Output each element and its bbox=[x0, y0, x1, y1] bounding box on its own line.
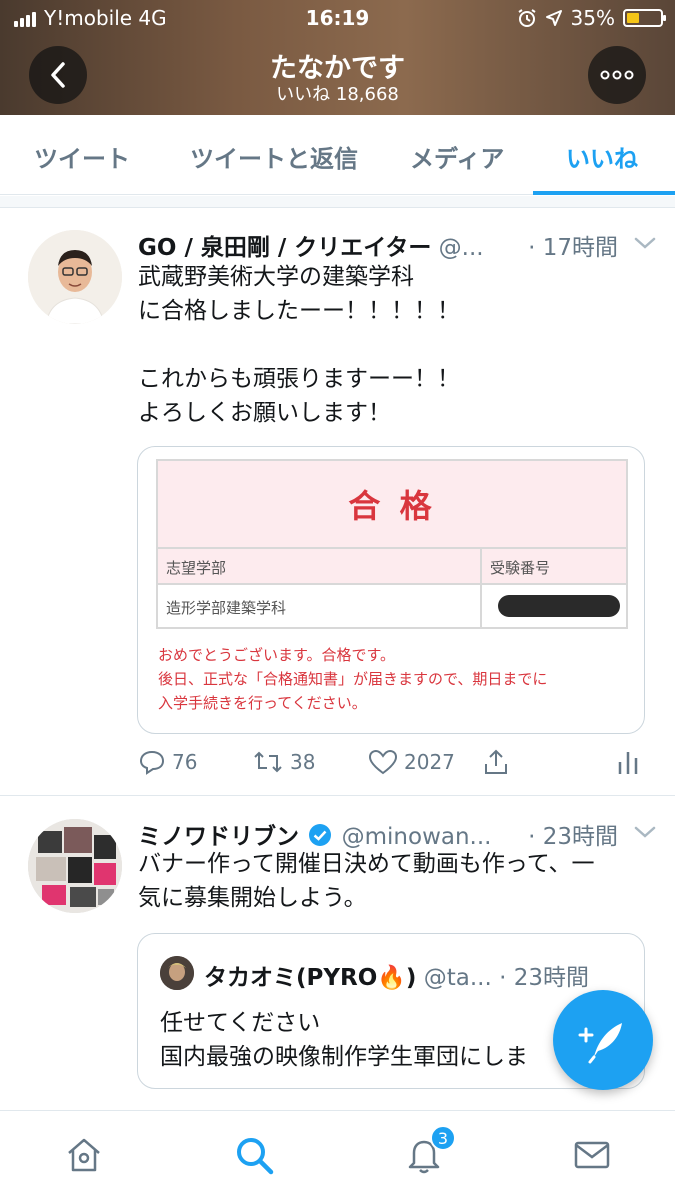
battery-icon bbox=[623, 9, 666, 27]
quoted-tweet-text: 任せてください 国内最強の映像制作学生軍団にしま bbox=[160, 1010, 528, 1070]
status-bar: Y!mobile 4G 16:19 35% bbox=[0, 6, 675, 30]
verified-badge-icon bbox=[309, 824, 332, 846]
redacted-number bbox=[498, 595, 620, 617]
like-button[interactable]: 2027 bbox=[368, 748, 455, 776]
likes-count: いいね 18,668 bbox=[276, 84, 399, 105]
heart-icon bbox=[368, 749, 398, 775]
retweet-icon bbox=[254, 751, 282, 773]
battery-percent: 35% bbox=[570, 6, 615, 30]
tweet-text: バナー作って開催日決めて動画も作って、一 気に募集開始しよう。 bbox=[138, 851, 595, 911]
quoted-author-handle: @ta... bbox=[423, 965, 492, 991]
tab-tweets-replies[interactable]: ツイートと返信 bbox=[190, 139, 358, 174]
home-icon bbox=[68, 1138, 100, 1172]
result-heading: 合 格 bbox=[158, 461, 626, 549]
quoted-author-name: タカオミ(PYRO🔥) bbox=[204, 965, 417, 991]
result-message: おめでとうございます。合格です。 後日、正式な「合格通知書」が届きますので、期日… bbox=[158, 646, 548, 712]
col1-header: 志望学部 bbox=[166, 559, 227, 577]
mail-icon bbox=[574, 1141, 610, 1169]
profile-header: Y!mobile 4G 16:19 35% たなかです いいね 18,668 bbox=[0, 0, 675, 115]
compose-tweet-button[interactable] bbox=[553, 990, 653, 1090]
location-icon bbox=[545, 10, 562, 26]
exam-result-table: 合 格 志望学部 受験番号 造形学部建築学科 bbox=[156, 459, 628, 629]
active-tab-indicator bbox=[533, 191, 675, 195]
section-divider bbox=[0, 196, 675, 208]
profile-tabs: ツイート ツイートと返信 メディア いいね bbox=[0, 115, 675, 195]
reply-button[interactable]: 76 bbox=[138, 748, 197, 776]
tab-media[interactable]: メディア bbox=[410, 139, 504, 174]
col2-header: 受験番号 bbox=[490, 559, 551, 577]
bottom-nav: 3 bbox=[0, 1110, 675, 1200]
avatar[interactable] bbox=[28, 230, 122, 324]
author-handle[interactable]: @... bbox=[439, 235, 484, 261]
notification-badge: 3 bbox=[430, 1125, 456, 1151]
compose-feather-icon bbox=[578, 1023, 622, 1064]
nav-messages[interactable] bbox=[570, 1133, 614, 1177]
tweet-header: ミノワドリブン @minowan... · 23時間 bbox=[138, 817, 658, 851]
chevron-down-icon[interactable] bbox=[632, 230, 658, 256]
analytics-button[interactable] bbox=[616, 748, 640, 776]
retweet-count: 38 bbox=[290, 750, 316, 774]
more-button[interactable] bbox=[588, 46, 646, 104]
tweet-actions: 76 38 2027 bbox=[138, 748, 650, 788]
quoted-header: タカオミ(PYRO🔥) @ta... · 23時間 bbox=[204, 958, 634, 992]
tab-tweets[interactable]: ツイート bbox=[34, 139, 130, 174]
reply-icon bbox=[139, 750, 165, 775]
analytics-icon bbox=[618, 752, 638, 774]
share-button[interactable] bbox=[482, 748, 510, 776]
quoted-tweet-time: · 23時間 bbox=[499, 965, 589, 991]
nav-home[interactable] bbox=[62, 1133, 106, 1177]
avatar[interactable] bbox=[28, 819, 122, 913]
quoted-avatar[interactable] bbox=[160, 956, 194, 990]
col1-value: 造形学部建築学科 bbox=[166, 599, 287, 617]
retweet-button[interactable]: 38 bbox=[252, 748, 315, 776]
tweet-image[interactable]: 合 格 志望学部 受験番号 造形学部建築学科 おめでとうございます。合格です。 … bbox=[137, 446, 645, 734]
more-icon bbox=[600, 70, 634, 80]
author-name[interactable]: GO / 泉田剛 / クリエイター bbox=[138, 235, 431, 261]
tweet-time[interactable]: · 23時間 bbox=[528, 817, 618, 851]
share-icon bbox=[485, 749, 507, 774]
nav-notifications[interactable]: 3 bbox=[402, 1125, 456, 1177]
alarm-icon bbox=[517, 9, 536, 27]
tweet-text: 武蔵野美術大学の建築学科 に合格しましたーー！！！！！ これからも頑張りますーー… bbox=[138, 264, 460, 426]
tweet[interactable]: GO / 泉田剛 / クリエイター @... · 17時間 武蔵野美術大学の建築… bbox=[0, 208, 675, 796]
chevron-down-icon[interactable] bbox=[632, 819, 658, 845]
nav-search[interactable] bbox=[232, 1133, 276, 1177]
tweet-header: GO / 泉田剛 / クリエイター @... · 17時間 bbox=[138, 228, 658, 262]
like-count: 2027 bbox=[404, 750, 455, 774]
search-icon bbox=[237, 1138, 274, 1175]
reply-count: 76 bbox=[172, 750, 198, 774]
tweet-time[interactable]: · 17時間 bbox=[528, 228, 618, 262]
tab-likes[interactable]: いいね bbox=[566, 139, 638, 174]
